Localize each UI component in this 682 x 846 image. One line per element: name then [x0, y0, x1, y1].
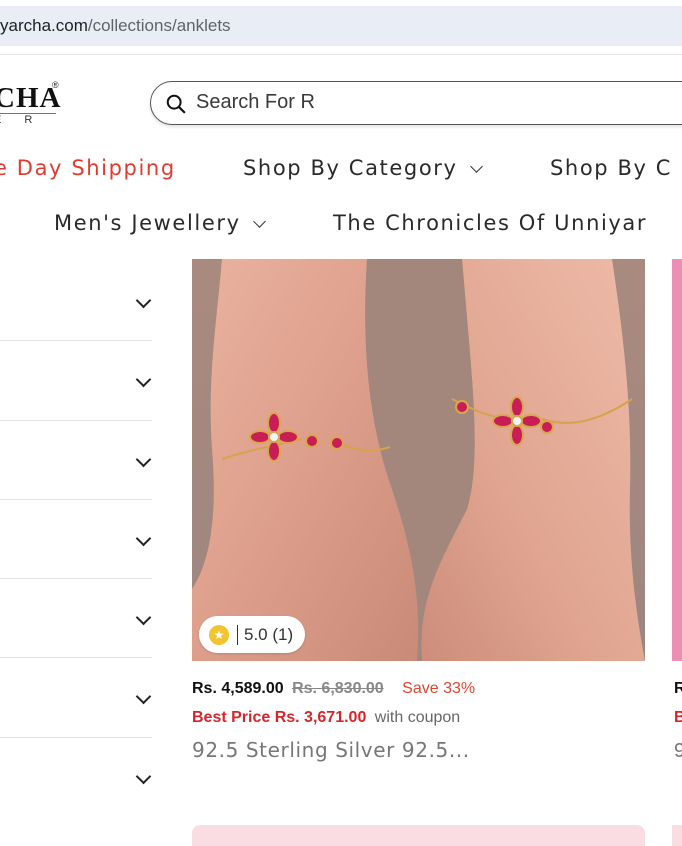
coupon-note: with coupon [374, 709, 461, 726]
filter-accordion-2[interactable] [0, 341, 152, 421]
rating-value: 5.0 (1) [244, 624, 294, 644]
filter-accordion-3[interactable] [0, 421, 152, 500]
product-card[interactable]: ★ 5.0 (1) Rs. 4,589.00 Rs. 6,830.00 Save… [192, 259, 645, 762]
chevron-down-icon[interactable] [135, 768, 152, 785]
nav-item-label: e Day Shipping [0, 156, 176, 180]
search-icon[interactable] [165, 93, 187, 115]
browser-url-bar[interactable]: yarcha.com/collections/anklets [0, 0, 682, 52]
save-badge: Save 33% [402, 680, 476, 697]
adjacent-next-card[interactable] [672, 825, 682, 846]
nav-item-mens-jewellery[interactable]: Men's Jewellery [54, 211, 266, 235]
filter-accordion-6[interactable] [0, 658, 152, 738]
rating-badge[interactable]: ★ 5.0 (1) [199, 616, 306, 653]
nav-item-label: Shop By C [550, 156, 673, 180]
product-title[interactable]: 92.5 Sterling Silver 92.5... [192, 738, 470, 762]
anklet-photo [192, 259, 645, 661]
adjacent-title-initial: 9 [674, 740, 682, 762]
sale-price: Rs. 4,589.00 [192, 680, 284, 697]
compare-price: Rs. 6,830.00 [292, 680, 384, 697]
chevron-down-icon [469, 160, 483, 173]
logo-subtitle: E R [0, 114, 43, 126]
chevron-down-icon[interactable] [135, 530, 152, 547]
chevron-down-icon[interactable] [135, 372, 152, 388]
nav-item-shop-by[interactable]: Shop By C [550, 156, 672, 180]
url-field[interactable]: yarcha.com/collections/anklets [0, 6, 682, 46]
chevron-down-icon[interactable] [135, 292, 152, 309]
rating-separator [237, 624, 238, 645]
adjacent-best-initial: B [674, 709, 682, 726]
price-row: Rs. 4,589.00 Rs. 6,830.00 Save 33% [192, 680, 475, 698]
search-placeholder: Search For R [196, 91, 315, 113]
site-logo[interactable]: CHA ® E R [0, 80, 61, 126]
chevron-down-icon[interactable] [135, 609, 152, 626]
filter-accordion-5[interactable] [0, 579, 152, 659]
nav-item-label: Men's Jewellery [54, 211, 241, 235]
url-host: yarcha.com [0, 16, 88, 35]
search-bar[interactable]: Search For R [150, 81, 682, 125]
nav-item-chronicles[interactable]: The Chronicles Of Unniyar [333, 211, 647, 235]
header-divider [0, 54, 682, 55]
next-product-card[interactable] [192, 825, 645, 846]
star-icon: ★ [209, 624, 229, 645]
logo-registered-mark: ® [52, 80, 59, 90]
best-price-row: Best Price Rs. 3,671.00 with coupon [192, 709, 460, 727]
chevron-down-icon[interactable] [135, 451, 152, 467]
chevron-down-icon [252, 215, 266, 228]
adjacent-product-image[interactable] [672, 259, 682, 661]
url-text: yarcha.com/collections/anklets [0, 16, 231, 36]
nav-item-label: Shop By Category [243, 156, 458, 180]
nav-item-label: The Chronicles Of Unniyar [333, 211, 648, 235]
best-price: Best Price Rs. 3,671.00 [192, 709, 367, 726]
product-image[interactable]: ★ 5.0 (1) [192, 259, 645, 661]
chevron-down-icon[interactable] [135, 689, 152, 705]
nav-item-shop-by-category[interactable]: Shop By Category [243, 156, 483, 180]
filter-accordion-4[interactable] [0, 500, 152, 580]
adjacent-price-initial: R [674, 680, 682, 697]
nav-item-same-day-shipping[interactable]: e Day Shipping [0, 156, 176, 180]
filter-accordion-1[interactable] [0, 262, 152, 342]
filter-sidebar [0, 262, 152, 817]
url-path: /collections/anklets [87, 16, 231, 35]
filter-accordion-7[interactable] [0, 738, 152, 817]
